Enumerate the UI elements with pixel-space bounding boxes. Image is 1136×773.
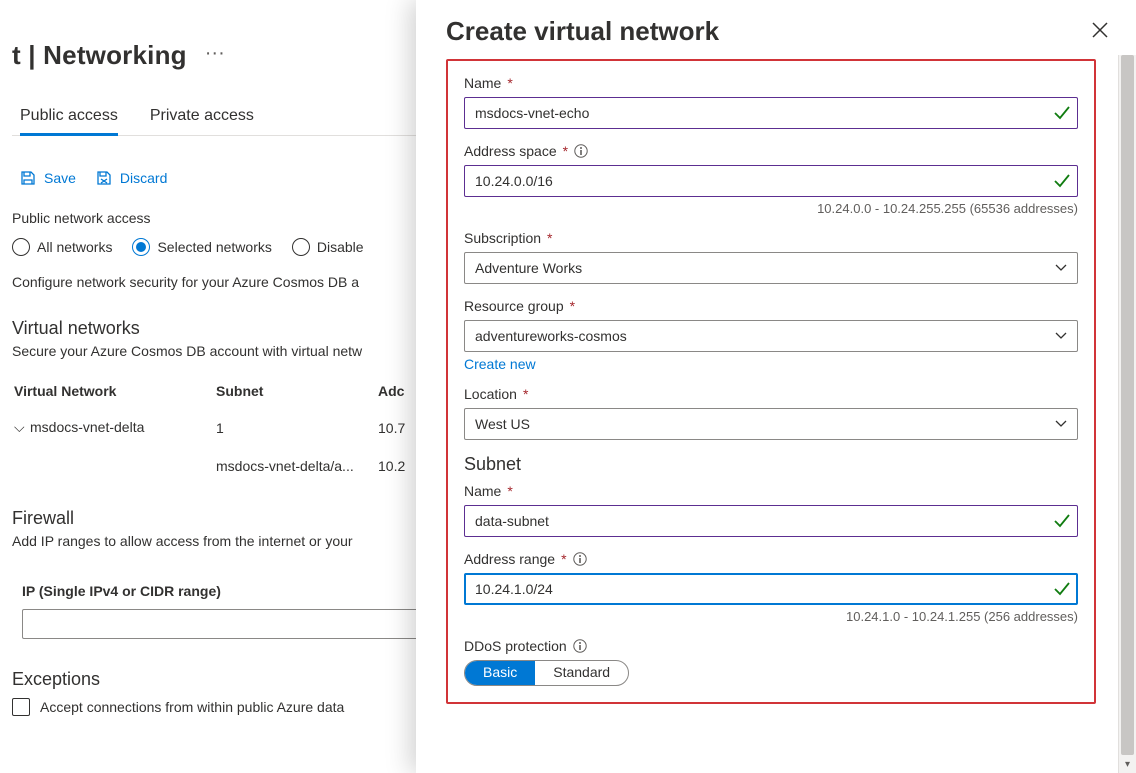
address-space-input[interactable] xyxy=(464,165,1078,197)
check-icon xyxy=(1054,581,1070,597)
chevron-down-icon xyxy=(1055,262,1067,274)
tab-public-access[interactable]: Public access xyxy=(20,107,118,136)
save-button[interactable]: Save xyxy=(20,170,76,186)
ddos-toggle[interactable]: Basic Standard xyxy=(464,660,629,686)
check-icon xyxy=(1054,173,1070,189)
address-range-helper: 10.24.1.0 - 10.24.1.255 (256 addresses) xyxy=(464,605,1078,624)
save-icon xyxy=(20,170,36,186)
ddos-basic-option[interactable]: Basic xyxy=(465,661,535,685)
cell-vnet: msdocs-vnet-delta xyxy=(30,419,144,435)
check-icon xyxy=(1054,105,1070,121)
required-icon: * xyxy=(561,551,566,567)
radio-label: All networks xyxy=(37,239,112,255)
radio-selected-networks[interactable]: Selected networks xyxy=(132,238,271,256)
subnet-heading: Subnet xyxy=(464,454,1078,475)
ddos-label: DDoS protection xyxy=(464,638,567,654)
address-space-label: Address space xyxy=(464,143,557,159)
address-range-input[interactable] xyxy=(464,573,1078,605)
close-icon xyxy=(1092,22,1108,38)
page-title: t | Networking xyxy=(12,40,187,71)
name-input[interactable] xyxy=(464,97,1078,129)
scrollbar-thumb[interactable] xyxy=(1121,55,1134,755)
required-icon: * xyxy=(570,298,575,314)
required-icon: * xyxy=(563,143,568,159)
resource-group-select[interactable]: adventureworks-cosmos xyxy=(464,320,1078,352)
create-new-link[interactable]: Create new xyxy=(464,356,536,372)
discard-button[interactable]: Discard xyxy=(96,170,167,186)
chevron-down-icon xyxy=(1055,418,1067,430)
radio-circle-icon xyxy=(292,238,310,256)
cell-subnet: msdocs-vnet-delta/a... xyxy=(216,448,376,484)
required-icon: * xyxy=(547,230,552,246)
close-button[interactable] xyxy=(1092,22,1108,41)
required-icon: * xyxy=(507,483,512,499)
panel-highlight-frame: Name * Address space * xyxy=(446,59,1096,704)
resource-group-label: Resource group xyxy=(464,298,564,314)
subscription-label: Subscription xyxy=(464,230,541,246)
ddos-standard-option[interactable]: Standard xyxy=(535,661,628,685)
name-label: Name xyxy=(464,75,501,91)
required-icon: * xyxy=(523,386,528,402)
subscription-select[interactable]: Adventure Works xyxy=(464,252,1078,284)
location-value: West US xyxy=(475,416,530,432)
scrollbar[interactable]: ▾ xyxy=(1118,55,1136,773)
cell-subnet: 1 xyxy=(216,409,376,446)
exceptions-label: Accept connections from within public Az… xyxy=(40,699,344,715)
discard-icon xyxy=(96,170,112,186)
panel-title: Create virtual network xyxy=(446,16,719,47)
check-icon xyxy=(1054,513,1070,529)
subnet-name-label: Name xyxy=(464,483,501,499)
subnet-name-input[interactable] xyxy=(464,505,1078,537)
chevron-down-icon xyxy=(1055,330,1067,342)
subscription-value: Adventure Works xyxy=(475,260,582,276)
radio-all-networks[interactable]: All networks xyxy=(12,238,112,256)
create-vnet-panel: Create virtual network Name * xyxy=(416,0,1136,773)
scrollbar-down-arrow[interactable]: ▾ xyxy=(1119,755,1136,773)
radio-circle-icon xyxy=(132,238,150,256)
page-more-icon[interactable]: ··· xyxy=(187,42,225,69)
radio-label: Selected networks xyxy=(157,239,271,255)
resource-group-value: adventureworks-cosmos xyxy=(475,328,627,344)
discard-label: Discard xyxy=(120,170,167,186)
location-select[interactable]: West US xyxy=(464,408,1078,440)
radio-disable[interactable]: Disable xyxy=(292,238,364,256)
col-subnet: Subnet xyxy=(216,375,376,407)
save-label: Save xyxy=(44,170,76,186)
exceptions-checkbox[interactable] xyxy=(12,698,30,716)
radio-label: Disable xyxy=(317,239,364,255)
tab-private-access[interactable]: Private access xyxy=(150,107,254,136)
radio-circle-icon xyxy=(12,238,30,256)
required-icon: * xyxy=(507,75,512,91)
chevron-down-icon[interactable]: ⌵ xyxy=(14,419,24,436)
location-label: Location xyxy=(464,386,517,402)
info-icon[interactable] xyxy=(574,144,588,158)
address-range-label: Address range xyxy=(464,551,555,567)
address-space-helper: 10.24.0.0 - 10.24.255.255 (65536 address… xyxy=(464,197,1078,216)
info-icon[interactable] xyxy=(573,639,587,653)
col-vnet: Virtual Network xyxy=(14,375,214,407)
info-icon[interactable] xyxy=(573,552,587,566)
